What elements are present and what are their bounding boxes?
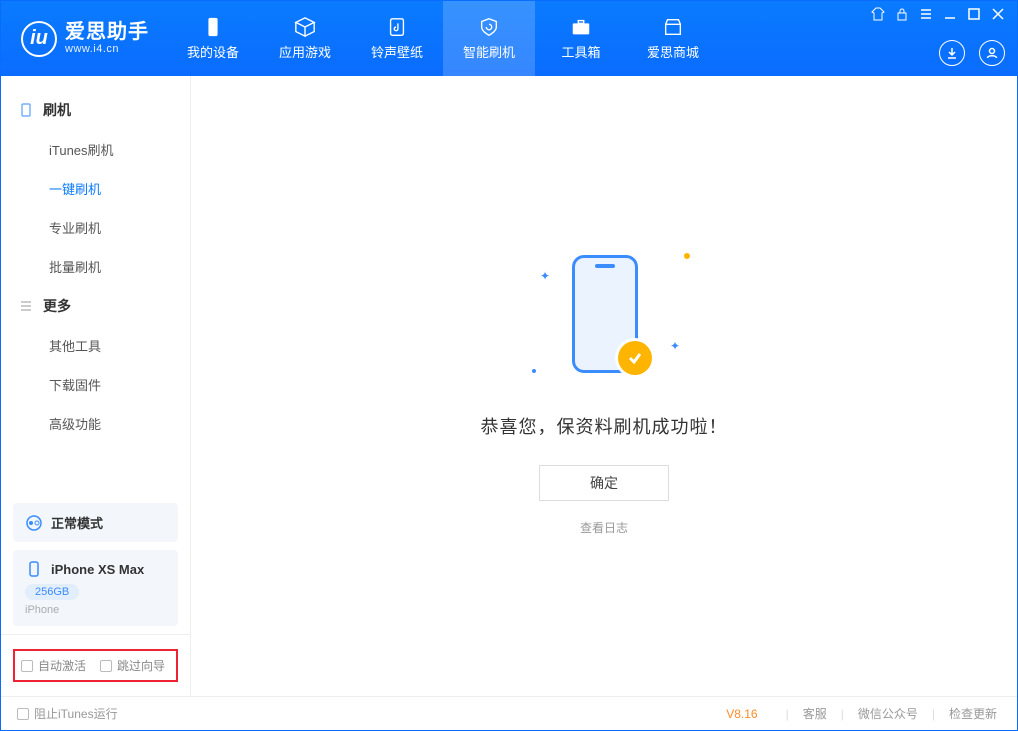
nav-my-device[interactable]: 我的设备 [167,1,259,76]
success-message: 恭喜您，保资料刷机成功啦！ [481,413,728,439]
nav-smart-flash[interactable]: 智能刷机 [443,1,535,76]
store-icon [660,16,686,38]
sidebar-item-oneclick-flash[interactable]: 一键刷机 [1,169,190,208]
device-capacity: 256GB [25,584,79,600]
phone-small-icon [25,560,43,578]
footer-link-service[interactable]: 客服 [799,705,831,722]
version-label: V8.16 [726,707,757,721]
checkbox-label: 阻止iTunes运行 [34,705,118,722]
maximize-icon[interactable] [967,7,981,21]
footer: 阻止iTunes运行 V8.16 | 客服 | 微信公众号 | 检查更新 [1,696,1017,730]
footer-link-update[interactable]: 检查更新 [945,705,1001,722]
list-icon [19,299,33,313]
cube-icon [292,16,318,38]
checkbox-icon [100,660,112,672]
music-file-icon [384,16,410,38]
app-name: 爱思助手 [65,21,149,43]
options-highlight-box: 自动激活 跳过向导 [13,649,178,682]
window-controls [871,7,1005,21]
checkbox-label: 跳过向导 [117,657,165,674]
mode-icon [25,514,43,532]
top-nav: 我的设备 应用游戏 铃声壁纸 智能刷机 工具箱 爱思商城 [167,1,719,76]
device-name: iPhone XS Max [51,562,144,577]
check-badge-icon [618,341,652,375]
header: iu 爱思助手 www.i4.cn 我的设备 应用游戏 铃声壁纸 智能刷机 [1,1,1017,76]
nav-toolbox[interactable]: 工具箱 [535,1,627,76]
checkbox-skip-guide[interactable]: 跳过向导 [100,657,165,674]
checkbox-icon [17,708,29,720]
mode-label: 正常模式 [51,513,103,532]
device-card[interactable]: iPhone XS Max 256GB iPhone [13,550,178,626]
lock-icon[interactable] [895,7,909,21]
sidebar-item-batch-flash[interactable]: 批量刷机 [1,247,190,286]
checkbox-block-itunes[interactable]: 阻止iTunes运行 [17,705,118,722]
device-icon [19,103,33,117]
logo[interactable]: iu 爱思助手 www.i4.cn [1,1,167,76]
nav-apps-games[interactable]: 应用游戏 [259,1,351,76]
close-icon[interactable] [991,7,1005,21]
menu-icon[interactable] [919,7,933,21]
nav-label: 工具箱 [561,42,600,61]
refresh-shield-icon [476,16,502,38]
toolbox-icon [568,16,594,38]
footer-link-wechat[interactable]: 微信公众号 [854,705,922,722]
main-content: ✦✦ 恭喜您，保资料刷机成功啦！ 确定 查看日志 [191,76,1017,696]
mode-card[interactable]: 正常模式 [13,503,178,542]
nav-label: 应用游戏 [279,42,331,61]
sidebar-item-advanced[interactable]: 高级功能 [1,404,190,443]
minimize-icon[interactable] [943,7,957,21]
nav-label: 我的设备 [187,42,239,61]
logo-icon: iu [21,21,57,57]
download-button[interactable] [939,40,965,66]
sidebar-group-title: 更多 [43,296,71,316]
sidebar-item-itunes-flash[interactable]: iTunes刷机 [1,130,190,169]
sidebar-group-more[interactable]: 更多 [1,286,190,326]
sidebar-item-download-firmware[interactable]: 下载固件 [1,365,190,404]
device-type: iPhone [25,604,166,616]
nav-label: 爱思商城 [647,42,699,61]
sidebar-group-flash[interactable]: 刷机 [1,90,190,130]
nav-ringtone-wallpaper[interactable]: 铃声壁纸 [351,1,443,76]
nav-store[interactable]: 爱思商城 [627,1,719,76]
checkbox-auto-activate[interactable]: 自动激活 [21,657,86,674]
sidebar-group-title: 刷机 [43,100,71,120]
app-url: www.i4.cn [65,43,149,55]
checkbox-label: 自动激活 [38,657,86,674]
ok-button[interactable]: 确定 [539,465,669,501]
sidebar-item-other-tools[interactable]: 其他工具 [1,326,190,365]
tshirt-icon[interactable] [871,7,885,21]
sidebar: 刷机 iTunes刷机 一键刷机 专业刷机 批量刷机 更多 其他工具 下载固件 … [1,76,191,696]
nav-label: 铃声壁纸 [371,42,423,61]
success-illustration: ✦✦ [494,237,714,407]
user-button[interactable] [979,40,1005,66]
checkbox-icon [21,660,33,672]
sidebar-item-pro-flash[interactable]: 专业刷机 [1,208,190,247]
nav-label: 智能刷机 [463,42,515,61]
phone-icon [200,16,226,38]
view-log-link[interactable]: 查看日志 [580,519,628,536]
